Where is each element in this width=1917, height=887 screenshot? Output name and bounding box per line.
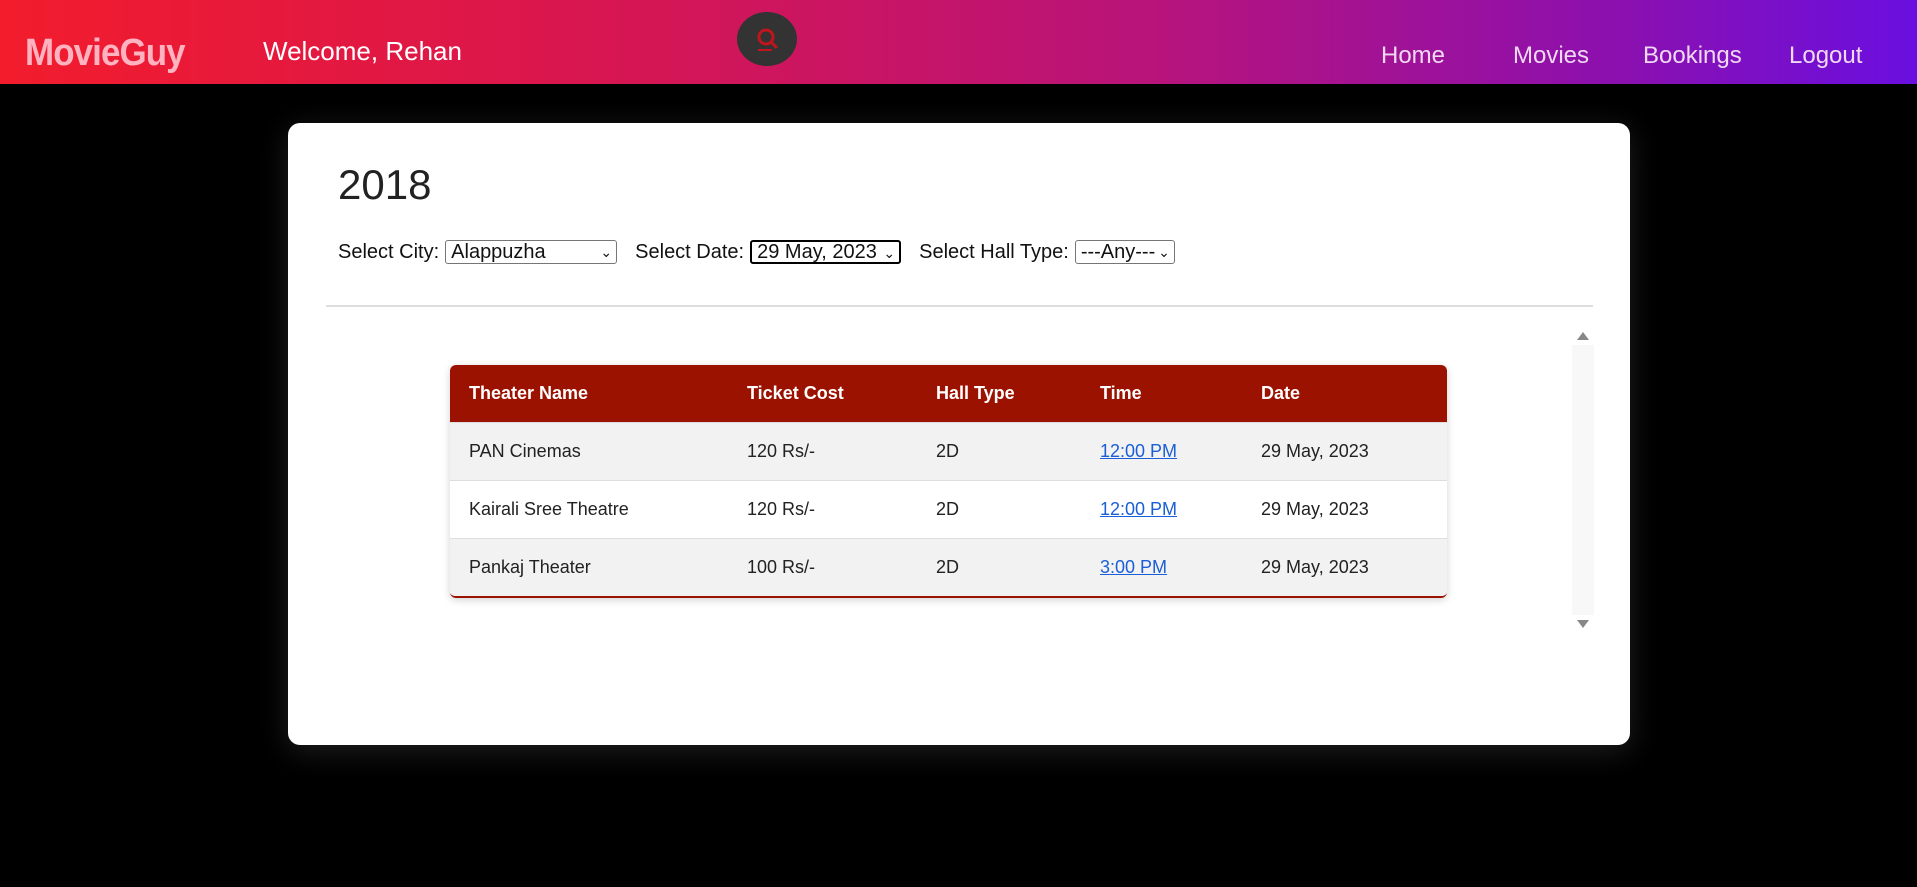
- col-header-theater: Theater Name: [469, 382, 589, 403]
- table-header-row: Theater Name Ticket Cost Hall Type Time …: [450, 365, 1447, 422]
- table-row: Kairali Sree Theatre 120 Rs/- 2D 12:00 P…: [450, 480, 1447, 538]
- scroll-down-arrow-icon[interactable]: [1577, 620, 1589, 628]
- scrollbar-track[interactable]: [1572, 345, 1594, 615]
- hall-type-label: Select Hall Type:: [919, 240, 1069, 263]
- ticket-cost: 100 Rs/-: [747, 556, 816, 577]
- showtime-link[interactable]: 12:00 PM: [1100, 499, 1177, 519]
- search-button[interactable]: [737, 12, 797, 66]
- chevron-down-icon: ⌄: [600, 244, 613, 260]
- showtime-link[interactable]: 3:00 PM: [1100, 557, 1167, 577]
- city-label: Select City:: [338, 240, 440, 263]
- ticket-cost: 120 Rs/-: [747, 440, 816, 461]
- theater-name: Kairali Sree Theatre: [469, 498, 629, 519]
- chevron-down-icon: ⌄: [1158, 244, 1170, 260]
- theater-name: Pankaj Theater: [469, 556, 591, 577]
- scroll-up-arrow-icon[interactable]: [1577, 332, 1589, 340]
- nav-bookings[interactable]: Bookings: [1643, 42, 1742, 70]
- brand-logo[interactable]: MovieGuy: [25, 32, 186, 75]
- city-select-value: Alappuzha: [451, 241, 546, 263]
- top-navbar: MovieGuy Welcome, Rehan Home Movies Book…: [0, 0, 1917, 84]
- filters-bar: Select City: Alappuzha ⌄ Select Date: 29…: [338, 240, 1193, 264]
- divider: [326, 305, 1593, 307]
- col-header-cost: Ticket Cost: [747, 382, 844, 403]
- col-header-hall: Hall Type: [936, 382, 1015, 403]
- showtime-link[interactable]: 12:00 PM: [1100, 441, 1177, 461]
- theater-name: PAN Cinemas: [469, 440, 581, 461]
- date-select[interactable]: 29 May, 2023 ⌄: [750, 240, 902, 264]
- movie-title: 2018: [338, 161, 432, 208]
- table-row: PAN Cinemas 120 Rs/- 2D 12:00 PM 29 May,…: [450, 422, 1447, 480]
- nav-logout[interactable]: Logout: [1789, 42, 1862, 70]
- nav-home[interactable]: Home: [1381, 42, 1445, 70]
- showtimes-card: 2018 Select City: Alappuzha ⌄ Select Dat…: [288, 123, 1630, 745]
- hall-type-select-value: ---Any---: [1080, 241, 1156, 263]
- welcome-text: Welcome, Rehan: [263, 36, 462, 66]
- hall-type: 2D: [936, 498, 960, 519]
- show-date: 29 May, 2023: [1261, 556, 1369, 577]
- show-date: 29 May, 2023: [1261, 498, 1369, 519]
- nav-movies[interactable]: Movies: [1513, 42, 1589, 70]
- city-select[interactable]: Alappuzha ⌄: [445, 240, 618, 264]
- hall-type: 2D: [936, 440, 960, 461]
- show-date: 29 May, 2023: [1261, 440, 1369, 461]
- col-header-date: Date: [1261, 382, 1301, 403]
- ticket-cost: 120 Rs/-: [747, 498, 816, 519]
- hall-type: 2D: [936, 556, 960, 577]
- chevron-down-icon: ⌄: [883, 245, 896, 261]
- showtimes-table: Theater Name Ticket Cost Hall Type Time …: [450, 365, 1447, 598]
- table-row: Pankaj Theater 100 Rs/- 2D 3:00 PM 29 Ma…: [450, 538, 1447, 596]
- hall-type-select[interactable]: ---Any--- ⌄: [1074, 240, 1175, 264]
- col-header-time: Time: [1100, 382, 1142, 403]
- date-label: Select Date:: [635, 240, 745, 263]
- date-select-value: 29 May, 2023: [757, 241, 877, 263]
